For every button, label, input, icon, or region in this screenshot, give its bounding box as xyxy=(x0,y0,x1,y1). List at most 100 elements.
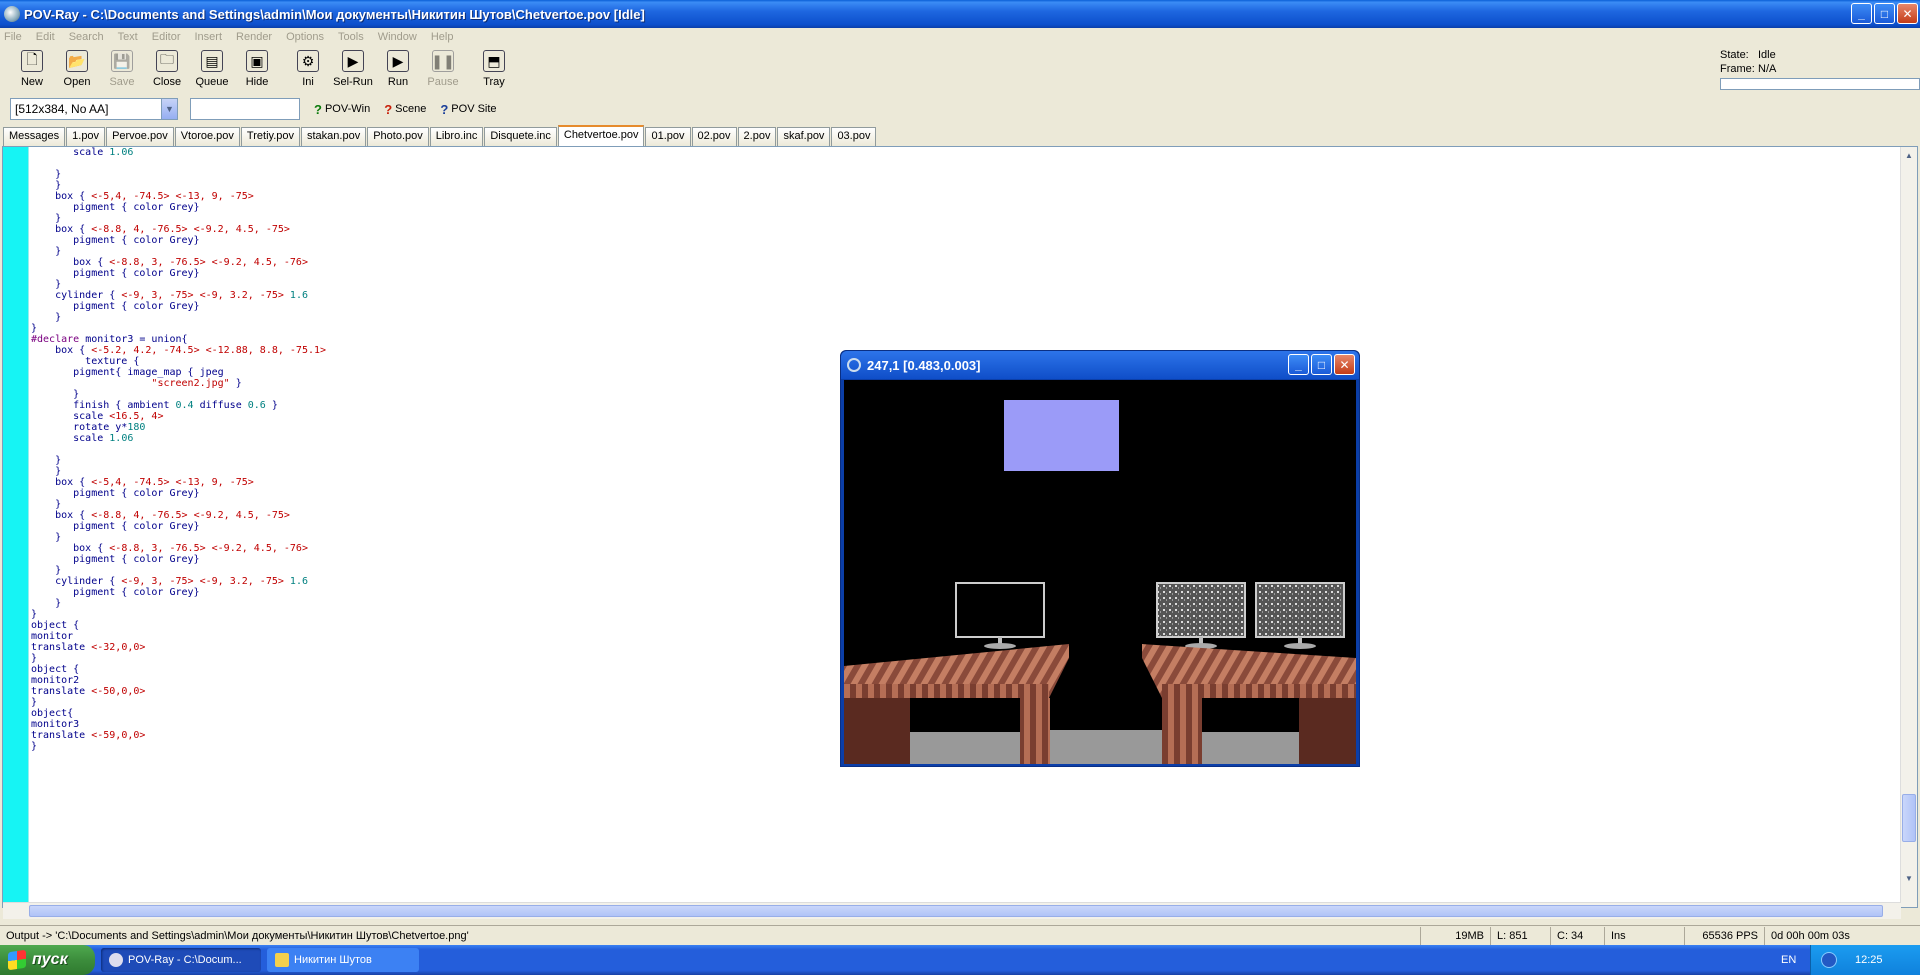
queue-icon: ▤ xyxy=(201,50,223,72)
title-bar[interactable]: POV-Ray - C:\Documents and Settings\admi… xyxy=(0,0,1920,28)
tab-01-pov[interactable]: 01.pov xyxy=(645,127,691,146)
tab-1-pov[interactable]: 1.pov xyxy=(66,127,106,146)
tab-skaf-pov[interactable]: skaf.pov xyxy=(777,127,831,146)
open-button[interactable]: 📂 Open xyxy=(55,46,99,92)
povray-app: POV-Ray - C:\Documents and Settings\admi… xyxy=(0,0,1920,975)
code-line: pigment { color Grey} xyxy=(31,301,200,312)
clock[interactable]: 12:25 xyxy=(1855,954,1883,966)
taskbar-item-povray[interactable]: POV-Ray - C:\Docum... xyxy=(101,948,261,972)
code-line: box { <-5,4, -74.5> <-13, 9, -75> xyxy=(31,191,254,202)
tray-expand-icon[interactable] xyxy=(1821,952,1837,968)
render-close-button[interactable]: ✕ xyxy=(1334,354,1355,375)
tray-button[interactable]: ⬒ Tray xyxy=(472,46,516,92)
scroll-down-icon[interactable]: ▼ xyxy=(1902,871,1916,885)
menu-edit[interactable]: Edit xyxy=(36,31,55,43)
povsite-link[interactable]: ? POV Site xyxy=(440,102,496,117)
code-line: } xyxy=(31,279,62,290)
menu-render[interactable]: Render xyxy=(236,31,272,43)
hide-button[interactable]: ▣ Hide xyxy=(235,46,279,92)
sel-run-icon: ▶ xyxy=(342,50,364,72)
toolbar-button-label: Open xyxy=(63,76,91,88)
render-preview-window[interactable]: 247,1 [0.483,0.003] _ □ ✕ xyxy=(840,350,1360,767)
menu-text[interactable]: Text xyxy=(118,31,138,43)
tab-chetvertoe-pov[interactable]: Chetvertoe.pov xyxy=(557,125,645,146)
horizontal-scrollbar[interactable] xyxy=(3,902,1901,919)
povray-app-icon[interactable] xyxy=(4,6,20,22)
render-maximize-button[interactable]: □ xyxy=(1311,354,1332,375)
ini-icon: ⚙ xyxy=(297,50,319,72)
tab-03-pov[interactable]: 03.pov xyxy=(831,127,877,146)
tab-libro-inc[interactable]: Libro.inc xyxy=(429,127,484,146)
menu-search[interactable]: Search xyxy=(69,31,104,43)
taskbar-item-folder[interactable]: Никитин Шутов xyxy=(267,948,419,972)
rendered-image xyxy=(844,380,1356,764)
tab-pervoe-pov[interactable]: Pervoe.pov xyxy=(106,127,174,146)
vertical-scroll-thumb[interactable] xyxy=(1902,794,1916,842)
code-line: } xyxy=(31,323,38,334)
resolution-select[interactable]: [512x384, No AA] ▼ xyxy=(10,98,178,120)
menu-help[interactable]: Help xyxy=(431,31,454,43)
save-button[interactable]: 💾 Save xyxy=(100,46,144,92)
system-tray: EN 12:25 xyxy=(1781,945,1920,975)
code-line: } xyxy=(31,312,62,323)
menu-editor[interactable]: Editor xyxy=(152,31,181,43)
cursor-column: C: 34 xyxy=(1550,926,1604,945)
ini-button[interactable]: ⚙ Ini xyxy=(286,46,330,92)
render-window-titlebar[interactable]: 247,1 [0.483,0.003] xyxy=(841,351,1359,379)
pause-icon: ❚❚ xyxy=(431,50,455,72)
tab-02-pov[interactable]: 02.pov xyxy=(691,127,737,146)
code-line: cylinder { <-9, 3, -75> <-9, 3.2, -75> 1… xyxy=(31,290,308,301)
code-line: pigment { color Grey} xyxy=(31,235,200,246)
code-line: box { <-8.8, 3, -76.5> <-9.2, 4.5, -76> xyxy=(31,257,308,268)
povray-app-icon xyxy=(109,953,123,967)
code-line: pigment { color Grey} xyxy=(31,268,200,279)
tab-photo-pov[interactable]: Photo.pov xyxy=(367,127,429,146)
render-window-title: 247,1 [0.483,0.003] xyxy=(867,357,981,373)
help-question-icon: ? xyxy=(440,101,449,117)
code-line: #declare monitor3 = union{ xyxy=(31,334,188,345)
new-button[interactable]: 🗋 New xyxy=(10,46,54,92)
pause-button[interactable]: ❚❚ Pause xyxy=(421,46,465,92)
right-monitor-1 xyxy=(1156,582,1246,638)
elapsed-time: 0d 00h 00m 03s xyxy=(1764,926,1880,945)
sel-run-button[interactable]: ▶ Sel-Run xyxy=(331,46,375,92)
run-button[interactable]: ▶ Run xyxy=(376,46,420,92)
tab-vtoroe-pov[interactable]: Vtoroe.pov xyxy=(174,127,240,146)
tab-2-pov[interactable]: 2.pov xyxy=(737,127,777,146)
menu-options[interactable]: Options xyxy=(286,31,324,43)
menu-insert[interactable]: Insert xyxy=(195,31,223,43)
close-button[interactable]: ✕ xyxy=(1897,3,1918,24)
scroll-up-icon[interactable]: ▲ xyxy=(1902,148,1916,162)
toolbar-button-label: Sel-Run xyxy=(333,76,373,88)
chevron-down-icon[interactable]: ▼ xyxy=(161,99,177,119)
close-button[interactable]: 🗀 Close xyxy=(145,46,189,92)
menu-window[interactable]: Window xyxy=(378,31,417,43)
minimize-button[interactable]: _ xyxy=(1851,3,1872,24)
povwin-help-link[interactable]: ? POV-Win xyxy=(314,102,370,117)
menu-tools[interactable]: Tools xyxy=(338,31,364,43)
maximize-button[interactable]: □ xyxy=(1874,3,1895,24)
output-path: Output -> 'C:\Documents and Settings\adm… xyxy=(6,929,469,942)
open-folder-icon: 📂 xyxy=(66,50,88,72)
queue-button[interactable]: ▤ Queue xyxy=(190,46,234,92)
command-line-input[interactable] xyxy=(190,98,300,120)
menu-file[interactable]: File xyxy=(4,31,22,43)
window-controls: _ □ ✕ xyxy=(1851,3,1918,24)
close-folder-icon: 🗀 xyxy=(156,50,178,72)
tab-disquete-inc[interactable]: Disquete.inc xyxy=(484,127,557,146)
editor-gutter[interactable] xyxy=(3,147,29,907)
tray-icon: ⬒ xyxy=(483,50,505,72)
vertical-scrollbar[interactable]: ▲ ▼ xyxy=(1900,147,1917,907)
render-minimize-button[interactable]: _ xyxy=(1288,354,1309,375)
horizontal-scroll-thumb[interactable] xyxy=(29,905,1883,917)
tab-tretiy-pov[interactable]: Tretiy.pov xyxy=(240,127,300,146)
tab-stakan-pov[interactable]: stakan.pov xyxy=(301,127,367,146)
start-button[interactable]: пуск xyxy=(0,945,95,975)
frame-label: Frame: xyxy=(1720,63,1755,75)
tab-messages[interactable]: Messages xyxy=(3,127,66,146)
main-toolbar: 🗋 New 📂 Open 💾 Save 🗀 Close ▤ Queue ▣ Hide ⚙ Ini ▶ Sel-… xyxy=(0,46,1720,94)
scene-help-link[interactable]: ? Scene xyxy=(384,102,426,117)
language-indicator[interactable]: EN xyxy=(1781,954,1796,966)
toolbar-button-label: Ini xyxy=(302,76,314,88)
save-disk-icon: 💾 xyxy=(111,50,133,72)
